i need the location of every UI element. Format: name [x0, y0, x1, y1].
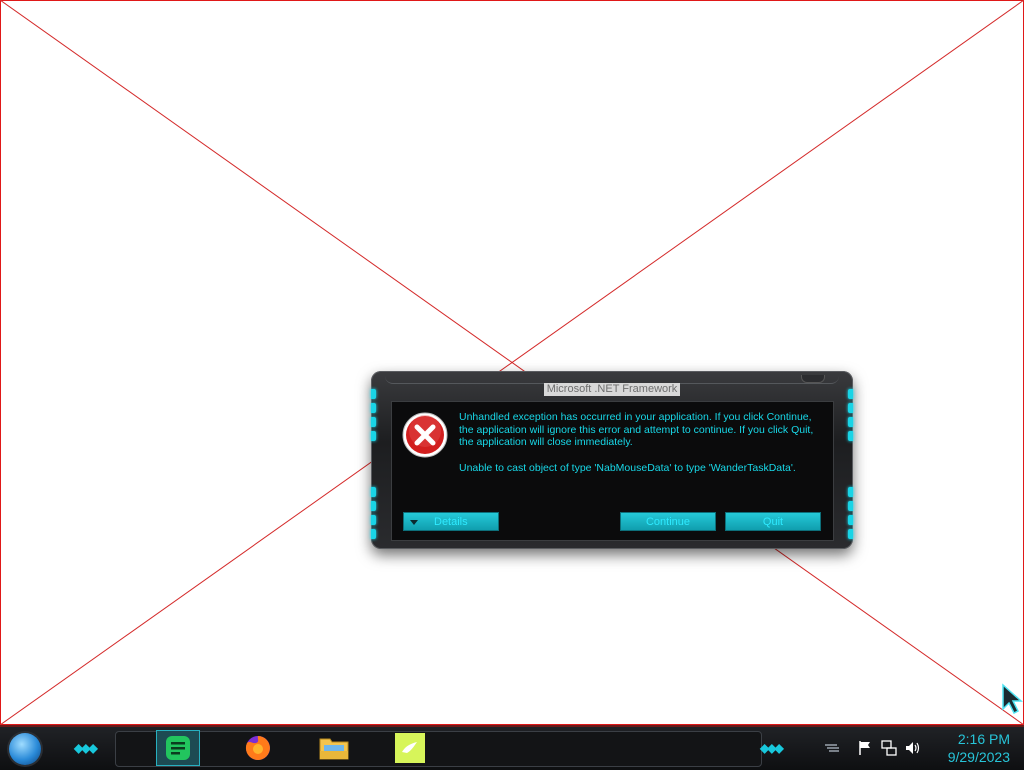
continue-button[interactable]: Continue [620, 512, 716, 531]
taskbar-app-bird[interactable] [389, 731, 431, 765]
quit-button[interactable]: Quit [725, 512, 821, 531]
details-button[interactable]: Details [403, 512, 499, 531]
firefox-icon [245, 736, 270, 760]
expand-triangle-icon [410, 520, 418, 525]
volume-icon[interactable] [905, 740, 921, 756]
dialog-title: Microsoft .NET Framework [543, 383, 681, 396]
taskbar: ◆◆◆ ◆◆◆ 2:16 PM 9/29/2023 [0, 725, 1024, 770]
error-detail-text: Unable to cast object of type 'NabMouseD… [459, 461, 796, 474]
taskbar-app-notes[interactable] [156, 730, 200, 766]
taskbar-app-firefox[interactable] [237, 731, 279, 765]
details-label: Details [434, 516, 468, 528]
left-led-strip [371, 389, 377, 543]
error-message-text: Unhandled exception has occurred in your… [459, 411, 814, 448]
green-note-icon [166, 736, 190, 760]
taskbar-app-file-explorer[interactable] [313, 731, 355, 765]
system-clock[interactable]: 2:16 PM 9/29/2023 [948, 730, 1010, 766]
start-orb-button[interactable] [9, 733, 41, 765]
right-led-strip [847, 389, 853, 543]
taskbar-decor-chevrons-left: ◆◆◆ [74, 741, 98, 755]
mouse-cursor-icon [1002, 683, 1023, 715]
show-hidden-icons-icon[interactable] [824, 740, 840, 756]
clock-date: 9/29/2023 [947, 749, 1010, 765]
taskbar-app-frame [115, 731, 762, 767]
network-icon[interactable] [881, 740, 897, 756]
clock-time: 2:16 PM [957, 731, 1010, 747]
yellow-bird-icon [395, 733, 425, 763]
error-message: Unhandled exception has occurred in your… [459, 411, 827, 487]
action-center-flag-icon[interactable] [857, 740, 873, 756]
dialog-content-panel: Unhandled exception has occurred in your… [391, 401, 834, 541]
error-icon [402, 412, 448, 458]
folder-icon [319, 738, 349, 760]
broken-image-placeholder [0, 0, 1024, 725]
error-dialog: Microsoft .NET Framework Unhandled excep… [371, 371, 853, 549]
taskbar-decor-chevrons-right: ◆◆◆ [760, 741, 784, 755]
